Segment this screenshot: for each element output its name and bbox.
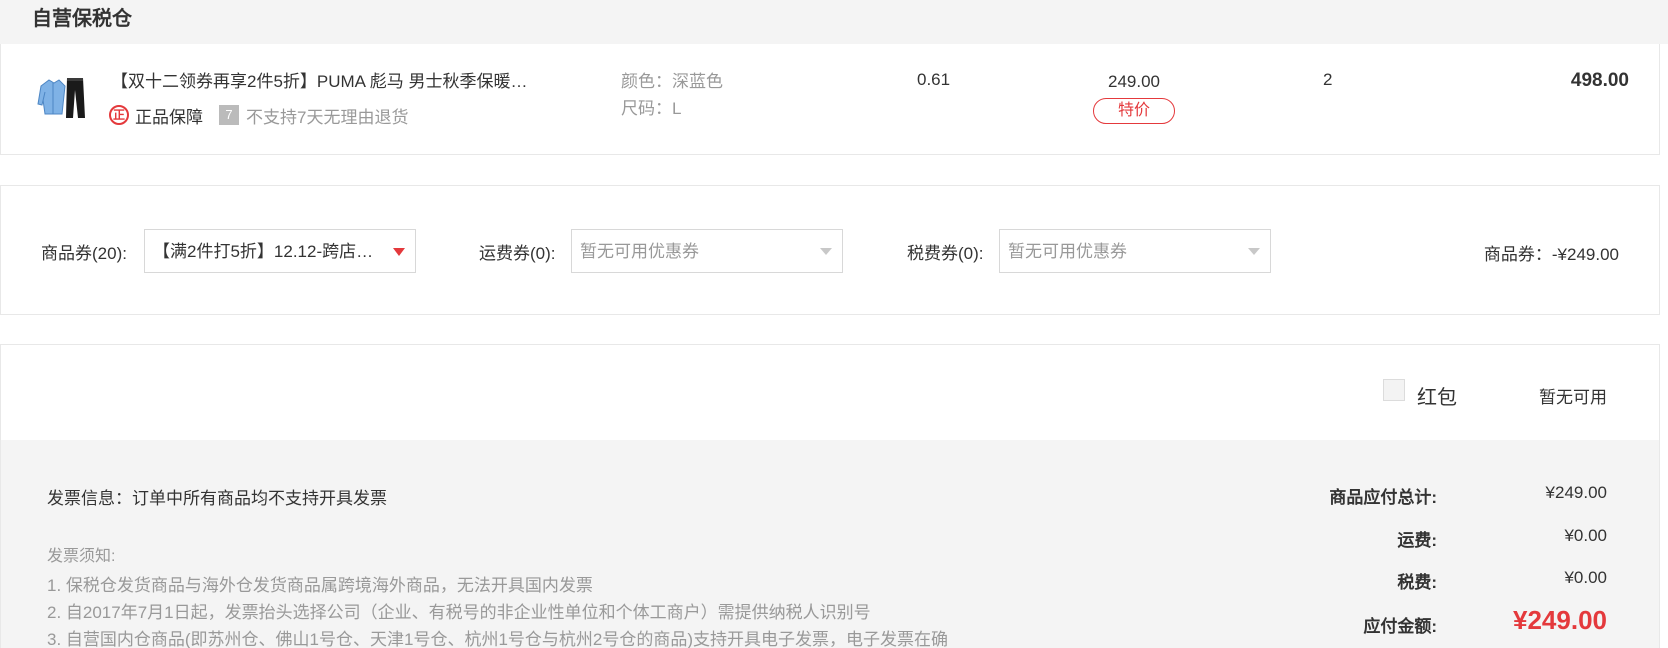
red-packet-status: 暂无可用 (1539, 388, 1607, 407)
spec-color-value: 深蓝色 (672, 72, 723, 91)
tax-coupon-select[interactable]: 暂无可用优惠券 (999, 229, 1271, 273)
genuine-guarantee-label: 正品保障 (135, 107, 203, 127)
product-quantity: 2 (1323, 70, 1333, 89)
freight-coupon-placeholder: 暂无可用优惠券 (580, 242, 699, 261)
invoice-notice-line: 2. 自2017年7月1日起，发票抬头选择公司（企业、有税号的非企业性单位和个体… (47, 603, 871, 622)
special-price-tag: 特价 (1093, 98, 1175, 124)
product-name[interactable]: 【双十二领券再享2件5折】PUMA 彪马 男士秋季保暖运动套装休闲夹克长裤 (111, 70, 531, 94)
freight-total-value: ¥0.00 (1564, 526, 1607, 545)
warehouse-header: 自营保税仓 (0, 0, 1668, 44)
spec-size: 尺码：L (621, 95, 723, 122)
clothing-product-image[interactable] (37, 74, 89, 120)
order-confirm-page: 自营保税仓 【双十二领券再享2件5折】PUMA 彪马 男士秋季保暖运动套装休闲夹… (0, 0, 1668, 648)
product-subtotal: 498.00 (1570, 70, 1629, 91)
product-row: 【双十二领券再享2件5折】PUMA 彪马 男士秋季保暖运动套装休闲夹克长裤 正 … (0, 44, 1660, 155)
tax-coupon-label: 税费券(0): (907, 244, 984, 263)
goods-coupon-label: 商品券(20): (41, 244, 127, 263)
coupon-section: 商品券(20): 【满2件打5折】12.12-跨店满减优惠券 运费券(0): 暂… (0, 185, 1660, 315)
red-packet-checkbox[interactable] (1383, 379, 1405, 401)
invoice-notice-title: 发票须知: (47, 548, 116, 565)
freight-coupon-select[interactable]: 暂无可用优惠券 (571, 229, 843, 273)
invoice-and-totals: 发票信息：订单中所有商品均不支持开具发票 发票须知: 1. 保税仓发货商品与海外… (0, 440, 1660, 648)
invoice-info: 发票信息：订单中所有商品均不支持开具发票 (47, 489, 387, 508)
dropdown-arrow-icon (820, 248, 832, 255)
goods-coupon-selected: 【满2件打5折】12.12-跨店满减优惠券 (153, 242, 389, 261)
dropdown-arrow-icon (1248, 248, 1260, 255)
genuine-guarantee-icon: 正 (109, 105, 129, 125)
spec-size-value: L (672, 99, 682, 118)
tax-coupon-placeholder: 暂无可用优惠券 (1008, 242, 1127, 261)
goods-total-value: ¥249.00 (1545, 483, 1607, 502)
invoice-notice-line: 3. 自营国内仓商品(即苏州仓、佛山1号仓、天津1号仓、杭州1号仓与杭州2号仓的… (47, 630, 949, 648)
spec-color: 颜色：深蓝色 (621, 68, 723, 95)
red-packet-section: 红包 暂无可用 (0, 344, 1660, 441)
red-packet-label[interactable]: 红包 (1417, 381, 1457, 410)
invoice-notice-line: 1. 保税仓发货商品与海外仓发货商品属跨境海外商品，无法开具国内发票 (47, 576, 593, 595)
product-spec: 颜色：深蓝色 尺码：L (621, 68, 723, 122)
tax-total-value: ¥0.00 (1564, 568, 1607, 587)
goods-coupon-discount: 商品券：-¥249.00 (1483, 245, 1619, 264)
price-column: 249.00 特价 (1091, 70, 1177, 124)
goods-coupon-select[interactable]: 【满2件打5折】12.12-跨店满减优惠券 (144, 229, 416, 273)
warehouse-title: 自营保税仓 (32, 8, 132, 30)
dropdown-arrow-icon (393, 248, 405, 256)
tax-total-label: 税费: (1397, 573, 1437, 592)
freight-total-label: 运费: (1397, 531, 1437, 550)
return-policy-label: 不支持7天无理由退货 (246, 107, 409, 127)
spec-size-label: 尺码： (621, 99, 672, 118)
product-weight: 0.61 (917, 70, 951, 89)
unit-price: 249.00 (1108, 72, 1160, 91)
seven-day-return-icon: 7 (219, 105, 239, 125)
freight-coupon-label: 运费券(0): (479, 244, 556, 263)
payable-label: 应付金额: (1363, 617, 1437, 636)
payable-value: ¥249.00 (1513, 605, 1607, 635)
spec-color-label: 颜色： (621, 72, 672, 91)
goods-total-label: 商品应付总计: (1329, 488, 1437, 507)
product-badges: 正 正品保障 7 不支持7天无理由退货 (109, 101, 408, 129)
